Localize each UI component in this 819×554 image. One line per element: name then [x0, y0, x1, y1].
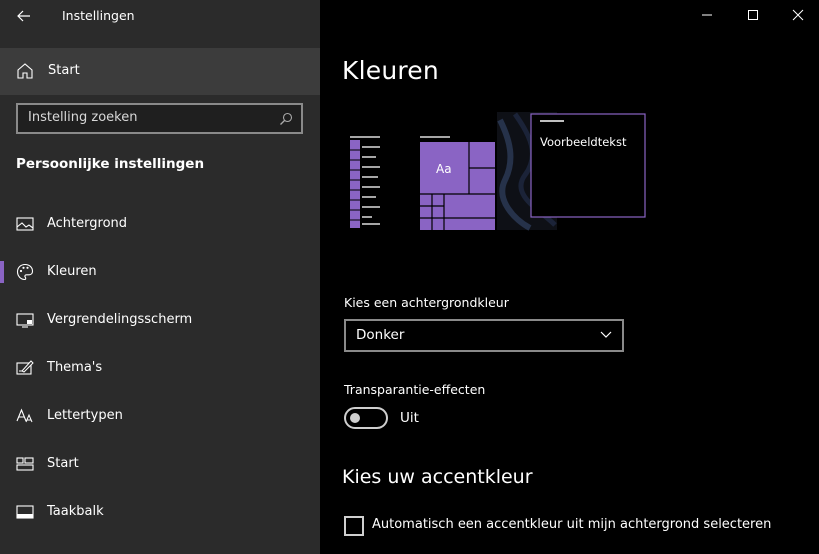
sidebar-item-label: Thema's: [47, 360, 103, 375]
transparency-toggle[interactable]: [344, 407, 388, 429]
close-icon: [792, 9, 804, 21]
sidebar-item-lettertypen[interactable]: Lettertypen: [0, 396, 320, 436]
sidebar-item-achtergrond[interactable]: Achtergrond: [0, 204, 320, 244]
section-title: Persoonlijke instellingen: [16, 156, 205, 172]
auto-accent-checkbox[interactable]: [344, 516, 364, 536]
sidebar-item-label: Lettertypen: [47, 408, 123, 423]
monitor-lock-icon: [16, 313, 34, 328]
app-title: Instellingen: [62, 8, 135, 23]
sidebar-item-vergrendelingsscherm[interactable]: Vergrendelingsscherm: [0, 300, 320, 340]
maximize-button[interactable]: [730, 0, 776, 30]
taskbar-icon: [16, 505, 34, 519]
transparency-label: Transparantie-effecten: [344, 382, 486, 397]
sample-window: [530, 113, 646, 218]
sidebar-item-themas[interactable]: Thema's: [0, 348, 320, 388]
search-placeholder: Instelling zoeken: [28, 110, 138, 125]
picture-icon: [16, 217, 34, 231]
background-color-label: Kies een achtergrondkleur: [344, 295, 509, 310]
home-label: Start: [48, 63, 80, 78]
sidebar-item-start[interactable]: Start: [0, 444, 320, 484]
page-title: Kleuren: [342, 56, 439, 85]
chevron-down-icon: [600, 331, 612, 338]
background-color-dropdown[interactable]: Donker: [344, 319, 624, 352]
maximize-icon: [748, 10, 758, 20]
start-grid-icon: [16, 457, 34, 471]
tile-label: Aa: [436, 162, 452, 176]
start-list-preview: [350, 136, 380, 228]
auto-accent-label: Automatisch een accentkleur uit mijn ach…: [372, 517, 772, 532]
active-indicator: [0, 261, 4, 283]
sidebar: Instellingen Start Instelling zoeken Per…: [0, 0, 320, 554]
sample-text: Voorbeeldtekst: [540, 135, 627, 149]
sidebar-item-label: Achtergrond: [47, 216, 128, 231]
tiles-preview: [420, 136, 495, 230]
toggle-state: Uit: [400, 410, 419, 426]
minimize-icon: [702, 14, 712, 16]
sidebar-item-kleuren[interactable]: Kleuren: [0, 252, 320, 292]
close-button[interactable]: [775, 0, 819, 30]
sidebar-item-label: Start: [47, 456, 79, 471]
sidebar-item-label: Vergrendelingsscherm: [47, 312, 193, 327]
sidebar-item-taakbalk[interactable]: Taakbalk: [0, 492, 320, 532]
font-icon: [16, 408, 33, 423]
palette-icon: [16, 263, 34, 281]
back-button[interactable]: [14, 6, 34, 26]
dropdown-value: Donker: [356, 327, 405, 343]
sidebar-item-label: Taakbalk: [47, 504, 104, 519]
arrow-left-icon: [17, 10, 30, 22]
sidebar-item-label: Kleuren: [47, 264, 97, 279]
search-icon[interactable]: [279, 112, 293, 126]
accent-heading: Kies uw accentkleur: [342, 466, 533, 488]
toggle-knob: [350, 413, 360, 423]
minimize-button[interactable]: [684, 0, 730, 30]
theme-preview: [350, 112, 646, 231]
home-icon: [17, 63, 33, 79]
search-input[interactable]: Instelling zoeken: [16, 103, 303, 134]
sidebar-item-home[interactable]: Start: [0, 48, 320, 95]
theme-brush-icon: [16, 360, 34, 375]
